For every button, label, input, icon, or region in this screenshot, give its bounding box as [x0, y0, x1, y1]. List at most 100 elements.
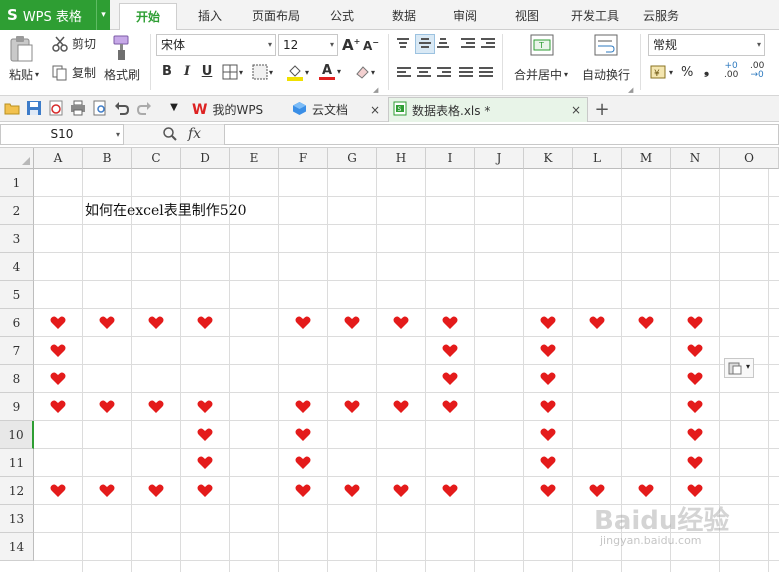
- italic-icon[interactable]: I: [178, 64, 196, 79]
- paste-options-button[interactable]: ▾: [724, 358, 754, 378]
- paste-dropdown-icon[interactable]: ▾: [35, 70, 39, 79]
- decrease-indent-icon[interactable]: [461, 38, 477, 52]
- row-header-3[interactable]: 3: [0, 225, 34, 253]
- borders-icon[interactable]: ▾: [222, 64, 243, 80]
- increase-indent-icon[interactable]: [481, 38, 497, 52]
- column-header-n[interactable]: N: [671, 148, 720, 169]
- tab-formulas[interactable]: 公式: [319, 3, 365, 30]
- bold-icon[interactable]: B: [158, 64, 176, 79]
- column-header-j[interactable]: J: [475, 148, 524, 169]
- doc-tab-cloud-docs[interactable]: 云文档 ×: [290, 97, 386, 122]
- save-icon[interactable]: [26, 100, 42, 116]
- align-middle-icon[interactable]: [415, 34, 435, 54]
- name-box[interactable]: S10 ▾: [0, 124, 124, 145]
- align-bottom-icon[interactable]: [437, 38, 453, 52]
- column-header-h[interactable]: H: [377, 148, 426, 169]
- column-header-i[interactable]: I: [426, 148, 475, 169]
- column-header-e[interactable]: E: [230, 148, 279, 169]
- cell-b2[interactable]: 如何在excel表里制作520: [85, 197, 247, 225]
- select-all-corner[interactable]: [0, 148, 34, 169]
- print-preview-icon[interactable]: [92, 100, 108, 116]
- increase-font-size-icon[interactable]: A+: [342, 36, 360, 54]
- close-icon[interactable]: ×: [370, 103, 380, 117]
- percent-style-button[interactable]: %: [681, 65, 693, 80]
- currency-format-icon[interactable]: ¥ ▾: [650, 64, 673, 80]
- distributed-align-icon[interactable]: [479, 67, 495, 81]
- merge-center-icon[interactable]: T: [530, 33, 554, 57]
- font-size-select[interactable]: 12 ▾: [278, 34, 338, 56]
- row-header-14[interactable]: 14: [0, 533, 34, 561]
- tab-review[interactable]: 审阅: [442, 3, 488, 30]
- align-right-icon[interactable]: [437, 67, 453, 81]
- tab-view[interactable]: 视图: [504, 3, 550, 30]
- tab-data[interactable]: 数据: [381, 3, 427, 30]
- align-left-icon[interactable]: [397, 67, 413, 81]
- column-header-m[interactable]: M: [622, 148, 671, 169]
- copy-button[interactable]: 复制: [52, 64, 96, 81]
- column-header-k[interactable]: K: [524, 148, 573, 169]
- clear-format-icon[interactable]: ▾: [354, 64, 375, 80]
- tab-insert[interactable]: 插入: [186, 3, 234, 30]
- app-menu-dropdown-icon[interactable]: ▾: [96, 0, 110, 30]
- row-header-13[interactable]: 13: [0, 505, 34, 533]
- row-header-10[interactable]: 10: [0, 421, 34, 449]
- chevron-down-icon[interactable]: ▾: [564, 70, 568, 79]
- insert-function-icon[interactable]: fx: [188, 126, 201, 142]
- row-header-6[interactable]: 6: [0, 309, 34, 337]
- increase-decimal-button[interactable]: +0 .00: [724, 62, 738, 80]
- row-header-5[interactable]: 5: [0, 281, 34, 309]
- row-header-9[interactable]: 9: [0, 393, 34, 421]
- decrease-font-size-icon[interactable]: A−: [362, 38, 380, 53]
- row-header-8[interactable]: 8: [0, 365, 34, 393]
- merge-center-button[interactable]: 合并居中 ▾: [514, 66, 568, 83]
- zoom-search-icon[interactable]: [162, 126, 178, 145]
- tab-developer[interactable]: 开发工具: [562, 3, 628, 30]
- formula-input[interactable]: [224, 124, 779, 145]
- wrap-text-button[interactable]: 自动换行: [582, 66, 630, 83]
- paste-icon[interactable]: [8, 34, 40, 64]
- row-header-2[interactable]: 2: [0, 197, 34, 225]
- open-folder-icon[interactable]: [4, 100, 20, 116]
- export-pdf-icon[interactable]: [48, 100, 64, 116]
- row-header-11[interactable]: 11: [0, 449, 34, 477]
- row-header-4[interactable]: 4: [0, 253, 34, 281]
- decrease-decimal-button[interactable]: .00 →0: [750, 62, 764, 80]
- app-menu-button[interactable]: S WPS 表格 ▾: [0, 0, 110, 30]
- tab-start[interactable]: 开始: [119, 3, 177, 30]
- column-header-f[interactable]: F: [279, 148, 328, 169]
- paste-button[interactable]: 粘贴 ▾: [9, 66, 39, 83]
- font-name-select[interactable]: 宋体 ▾: [156, 34, 276, 56]
- close-icon[interactable]: ×: [571, 103, 581, 117]
- format-painter-button[interactable]: 格式刷: [104, 66, 140, 83]
- column-header-l[interactable]: L: [573, 148, 622, 169]
- print-icon[interactable]: [70, 100, 86, 116]
- new-tab-button[interactable]: +: [592, 97, 612, 122]
- comma-style-button[interactable]: ❟: [704, 63, 709, 78]
- row-header-12[interactable]: 12: [0, 477, 34, 505]
- row-header-1[interactable]: 1: [0, 169, 34, 197]
- wrap-text-icon[interactable]: [594, 33, 618, 57]
- align-top-icon[interactable]: [397, 38, 413, 52]
- undo-icon[interactable]: [114, 100, 130, 116]
- format-painter-icon[interactable]: [108, 34, 134, 62]
- column-header-c[interactable]: C: [132, 148, 181, 169]
- number-format-select[interactable]: 常规 ▾: [648, 34, 765, 56]
- column-header-b[interactable]: B: [83, 148, 132, 169]
- column-header-d[interactable]: D: [181, 148, 230, 169]
- justify-icon[interactable]: [459, 67, 475, 81]
- row-header-7[interactable]: 7: [0, 337, 34, 365]
- alignment-dialog-launcher-icon[interactable]: ◢: [628, 86, 633, 94]
- cell-style-icon[interactable]: ▾: [252, 64, 273, 80]
- doc-tab-spreadsheet[interactable]: S 数据表格.xls * ×: [388, 97, 588, 122]
- underline-icon[interactable]: U: [198, 64, 216, 79]
- doc-tab-my-wps[interactable]: W 我的WPS: [188, 97, 284, 122]
- column-header-g[interactable]: G: [328, 148, 377, 169]
- tab-cloud-services[interactable]: 云服务: [634, 3, 688, 30]
- font-color-icon[interactable]: A ▾: [318, 62, 341, 81]
- font-dialog-launcher-icon[interactable]: ◢: [373, 86, 378, 94]
- customize-toolbar-icon[interactable]: ▼: [166, 100, 182, 116]
- redo-icon[interactable]: [136, 100, 152, 116]
- column-header-a[interactable]: A: [34, 148, 83, 169]
- cut-button[interactable]: 剪切: [52, 35, 96, 52]
- column-header-o[interactable]: O: [720, 148, 779, 169]
